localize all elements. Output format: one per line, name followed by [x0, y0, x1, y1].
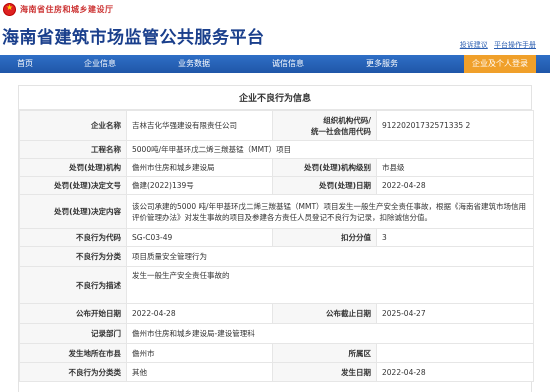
publish-end-value: 2025-04-27	[376, 303, 534, 324]
table-row: 不良行为分类 项目质量安全管理行为	[19, 246, 534, 267]
credit-code-label: 组织机构代码/ 统一社会信用代码	[272, 110, 377, 141]
category-label: 不良行为分类类	[19, 362, 127, 382]
credit-code-label-line2: 统一社会信用代码	[311, 126, 371, 136]
category-value: 其他	[126, 362, 273, 382]
publish-start-label: 公布开始日期	[19, 303, 127, 324]
publish-end-label: 公布截止日期	[272, 303, 377, 324]
national-emblem-icon	[3, 3, 16, 16]
nav-credit-info[interactable]: 诚信信息	[258, 55, 318, 73]
occur-date-label: 发生日期	[272, 362, 377, 382]
credit-code-label-line1: 组织机构代码/	[323, 115, 371, 125]
table-row: 发生地所在市县 儋州市 所属区	[19, 343, 534, 363]
table-row: 不良行为代码 SG-C03-49 扣分分值 3	[19, 228, 534, 247]
behavior-code-value: SG-C03-49	[126, 228, 273, 247]
nav-more-services[interactable]: 更多服务	[352, 55, 412, 73]
bad-behavior-panel: 企业不良行为信息 企业名称 吉林吉化华强建设有限责任公司 组织机构代码/ 统一社…	[18, 85, 534, 392]
table-row: 处罚(处理)决定文号 儋建(2022)139号 处罚(处理)日期 2022-04…	[19, 176, 534, 195]
decision-date-label: 处罚(处理)日期	[272, 176, 377, 195]
behavior-desc-label: 不良行为描述	[19, 266, 127, 304]
table-row: 公布开始日期 2022-04-28 公布截止日期 2025-04-27	[19, 303, 534, 324]
decision-content-value: 该公司承建的5000 吨/年甲基环戊二烯三羰基锰（MMT）项目发生一般生产安全责…	[126, 194, 534, 229]
decision-no-value: 儋建(2022)139号	[126, 176, 273, 195]
credit-code-value: 91220201732571335 2	[376, 110, 534, 141]
decision-no-label: 处罚(处理)决定文号	[19, 176, 127, 195]
table-row: 不良行为描述 发生一般生产安全责任事故的	[19, 266, 534, 304]
authority-label: 处罚(处理)机构	[19, 158, 127, 177]
manual-link[interactable]: 平台操作手册	[494, 41, 536, 49]
table-row: 企业名称 吉林吉化华强建设有限责任公司 组织机构代码/ 统一社会信用代码 912…	[19, 110, 534, 141]
behavior-type-label: 不良行为分类	[19, 246, 127, 267]
site-header: 海南省住房和城乡建设厅 海南省建筑市场监管公共服务平台 投诉建议 平台操作手册	[0, 0, 550, 55]
behavior-type-value: 项目质量安全管理行为	[126, 246, 534, 267]
behavior-code-label: 不良行为代码	[19, 228, 127, 247]
project-name-label: 工程名称	[19, 140, 127, 159]
deduction-value: 3	[376, 228, 534, 247]
table-row: 工程名称 5000吨/年甲基环戊二烯三羰基锰（MMT）项目	[19, 140, 534, 159]
site-title: 海南省建筑市场监管公共服务平台	[2, 28, 265, 48]
authority-value: 儋州市住房和城乡建设局	[126, 158, 273, 177]
district-value	[376, 343, 534, 363]
company-name-label: 企业名称	[19, 110, 127, 141]
project-name-value: 5000吨/年甲基环戊二烯三羰基锰（MMT）项目	[126, 140, 534, 159]
publish-start-value: 2022-04-28	[126, 303, 273, 324]
decision-date-value: 2022-04-28	[376, 176, 534, 195]
record-dept-value: 儋州市住房和城乡建设局-建设管理科	[126, 323, 534, 344]
decision-content-label: 处罚(处理)决定内容	[19, 194, 127, 229]
behavior-desc-value: 发生一般生产安全责任事故的	[126, 266, 534, 304]
city-label: 发生地所在市县	[19, 343, 127, 363]
nav-company-info[interactable]: 企业信息	[70, 55, 130, 73]
complaint-link[interactable]: 投诉建议	[460, 41, 488, 49]
nav-home[interactable]: 首页	[0, 55, 50, 73]
authority-level-value: 市县级	[376, 158, 534, 177]
table-row: 处罚(处理)决定内容 该公司承建的5000 吨/年甲基环戊二烯三羰基锰（MMT）…	[19, 194, 534, 229]
table-row: 记录部门 儋州市住房和城乡建设局-建设管理科	[19, 323, 534, 344]
record-dept-label: 记录部门	[19, 323, 127, 344]
nav-business-data[interactable]: 业务数据	[164, 55, 224, 73]
occur-date-value: 2022-04-28	[376, 362, 534, 382]
department-name: 海南省住房和城乡建设厅	[20, 5, 114, 14]
login-button[interactable]: 企业及个人登录	[464, 55, 536, 73]
detail-table: 企业名称 吉林吉化华强建设有限责任公司 组织机构代码/ 统一社会信用代码 912…	[19, 110, 534, 382]
table-row: 不良行为分类类 其他 发生日期 2022-04-28	[19, 362, 534, 382]
district-label: 所属区	[272, 343, 377, 363]
main-nav: 首页 企业信息 业务数据 诚信信息 更多服务 企业及个人登录	[0, 55, 550, 73]
authority-level-label: 处罚(处理)机构级别	[272, 158, 377, 177]
company-name-value: 吉林吉化华强建设有限责任公司	[126, 110, 273, 141]
section-title: 企业不良行为信息	[19, 86, 531, 110]
top-links: 投诉建议 平台操作手册	[456, 40, 536, 50]
city-value: 儋州市	[126, 343, 273, 363]
deduction-label: 扣分分值	[272, 228, 377, 247]
table-row: 处罚(处理)机构 儋州市住房和城乡建设局 处罚(处理)机构级别 市县级	[19, 158, 534, 177]
